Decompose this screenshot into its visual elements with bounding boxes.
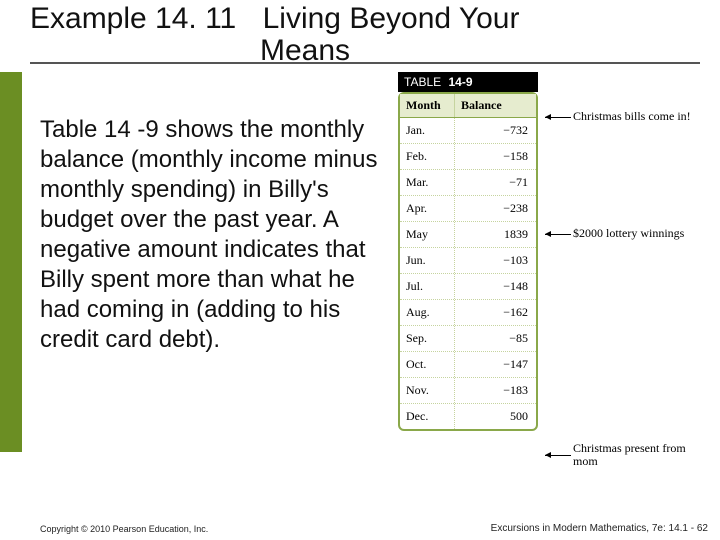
table-row: May1839 <box>400 222 536 248</box>
table-row: Dec.500 <box>400 404 536 429</box>
footer-right: Excursions in Modern Mathematics, 7e: 14… <box>491 523 708 534</box>
cell-month: Jan. <box>400 118 455 143</box>
table-row: Oct.−147 <box>400 352 536 378</box>
table-row: Jun.−103 <box>400 248 536 274</box>
callout-lottery: $2000 lottery winnings <box>573 227 703 240</box>
arrow-icon <box>545 117 571 118</box>
slide-title: Example 14. 11 Living Beyond Your Means <box>30 3 519 66</box>
title-prefix: Example 14. 11 <box>30 3 236 35</box>
callout-text: Christmas bills come in! <box>573 109 691 123</box>
cell-balance: −158 <box>455 144 536 169</box>
col-balance: Balance <box>455 94 536 117</box>
arrow-icon <box>545 455 571 456</box>
cell-month: Jul. <box>400 274 455 299</box>
caption-number: 14-9 <box>448 75 472 89</box>
balance-table: Month Balance Jan.−732Feb.−158Mar.−71Apr… <box>398 92 538 431</box>
table-row: Apr.−238 <box>400 196 536 222</box>
cell-balance: −85 <box>455 326 536 351</box>
table-caption: TABLE 14-9 <box>398 72 538 92</box>
cell-balance: −148 <box>455 274 536 299</box>
callout-text: Christmas present from mom <box>573 441 686 468</box>
table-row: Nov.−183 <box>400 378 536 404</box>
cell-month: Dec. <box>400 404 455 429</box>
title-rest: Living Beyond Your <box>263 3 520 35</box>
cell-balance: −238 <box>455 196 536 221</box>
table-row: Sep.−85 <box>400 326 536 352</box>
cell-balance: −183 <box>455 378 536 403</box>
cell-month: Nov. <box>400 378 455 403</box>
cell-month: Oct. <box>400 352 455 377</box>
callout-text: $2000 lottery winnings <box>573 226 684 240</box>
cell-month: Jun. <box>400 248 455 273</box>
cell-month: Apr. <box>400 196 455 221</box>
callout-christmas-bills: Christmas bills come in! <box>573 110 703 123</box>
table-row: Aug.−162 <box>400 300 536 326</box>
arrow-icon <box>545 234 571 235</box>
table-row: Jul.−148 <box>400 274 536 300</box>
cell-month: Aug. <box>400 300 455 325</box>
cell-balance: −103 <box>455 248 536 273</box>
cell-balance: 500 <box>455 404 536 429</box>
body-paragraph: Table 14 -9 shows the monthly balance (m… <box>40 115 385 355</box>
callout-christmas-present: Christmas present from mom <box>573 442 703 468</box>
cell-month: Sep. <box>400 326 455 351</box>
cell-balance: −71 <box>455 170 536 195</box>
col-month: Month <box>400 94 455 117</box>
cell-month: May <box>400 222 455 247</box>
copyright: Copyright © 2010 Pearson Education, Inc. <box>40 524 208 534</box>
cell-month: Feb. <box>400 144 455 169</box>
title-line2: Means <box>260 35 519 67</box>
caption-label: TABLE <box>404 75 441 89</box>
cell-balance: −162 <box>455 300 536 325</box>
cell-month: Mar. <box>400 170 455 195</box>
table-row: Feb.−158 <box>400 144 536 170</box>
cell-balance: −147 <box>455 352 536 377</box>
cell-balance: 1839 <box>455 222 536 247</box>
table-header: Month Balance <box>400 94 536 118</box>
accent-bar <box>0 72 22 452</box>
table-row: Mar.−71 <box>400 170 536 196</box>
table-row: Jan.−732 <box>400 118 536 144</box>
cell-balance: −732 <box>455 118 536 143</box>
